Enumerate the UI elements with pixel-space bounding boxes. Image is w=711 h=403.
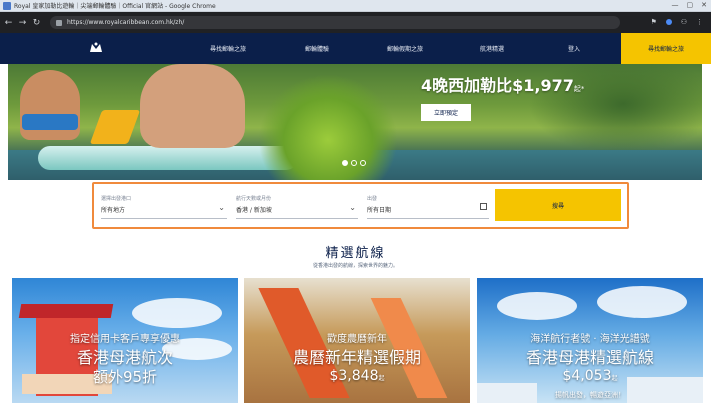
card-price: $3,848起 bbox=[329, 368, 385, 384]
hero-headline: 4晚西加勒比$1,977起* bbox=[421, 76, 585, 95]
hero-paddle bbox=[89, 110, 141, 144]
destination-select[interactable]: 選擇出發港口 所有地方 ⌄ bbox=[101, 193, 227, 219]
window-title-bar: Royal 皇家加勒比遊輪｜尖端郵輪體驗｜Official 官網站 - Goog… bbox=[0, 0, 711, 12]
close-button[interactable]: ✕ bbox=[701, 1, 707, 9]
hero-shorts bbox=[22, 114, 78, 130]
carousel-indicators bbox=[342, 160, 366, 166]
carousel-dot[interactable] bbox=[342, 160, 348, 166]
hero-foliage bbox=[258, 74, 398, 180]
date-select[interactable]: 出發 所有日期 bbox=[367, 193, 489, 219]
card-tag: 歡度農曆新年 bbox=[327, 334, 387, 345]
card-footer: 揚帆出發，暢遊亞洲！ bbox=[555, 391, 625, 399]
cruise-search-panel: 選擇出發港口 所有地方 ⌄ 航行天數或月份 香港 / 新加坡 ⌄ 出發 所有日期… bbox=[92, 182, 629, 229]
departure-port-label: 航行天數或月份 bbox=[236, 196, 272, 202]
card-title: 農曆新年精選假期 bbox=[292, 348, 421, 367]
extensions-area: ⚑ ⚇ ⋮ bbox=[650, 18, 703, 26]
card-title: 香港母港精選航線 bbox=[525, 348, 654, 367]
nav-item-holidays[interactable]: 郵輪假期之旅 bbox=[387, 44, 423, 53]
account-icon[interactable]: ⚇ bbox=[681, 18, 687, 26]
date-label: 出發 bbox=[367, 196, 378, 202]
section-subtitle: 從香港出發的航線，探索世界的魅力。 bbox=[312, 263, 398, 269]
card-tag: 指定信用卡客戶專享優惠 bbox=[70, 334, 180, 345]
address-bar[interactable]: https://www.royalcaribbean.com.hk/zh/ bbox=[50, 16, 620, 29]
calendar-icon bbox=[480, 203, 487, 210]
nav-item-login[interactable]: 登入 bbox=[568, 44, 580, 53]
minimize-button[interactable]: — bbox=[672, 1, 679, 9]
crown-anchor-logo-icon[interactable] bbox=[88, 41, 104, 55]
browser-icon bbox=[3, 2, 11, 10]
browser-toolbar: ← → ↻ https://www.royalcaribbean.com.hk/… bbox=[0, 12, 711, 33]
departure-port-value: 香港 / 新加坡 bbox=[236, 207, 272, 214]
cruise-card-hk-homeport[interactable]: 指定信用卡客戶專享優惠 香港母港航次 額外95折 bbox=[12, 278, 238, 403]
book-cruise-button[interactable]: 尋找郵輪之旅 bbox=[621, 33, 711, 64]
profile-icon[interactable] bbox=[665, 19, 672, 25]
menu-icon[interactable]: ⋮ bbox=[696, 18, 703, 26]
card-title: 香港母港航次 bbox=[76, 348, 173, 367]
nav-item-ports[interactable]: 航港精選 bbox=[480, 44, 504, 53]
carousel-dot[interactable] bbox=[360, 160, 366, 166]
destination-value: 所有地方 bbox=[101, 207, 126, 214]
back-icon[interactable]: ← bbox=[3, 18, 14, 28]
date-value: 所有日期 bbox=[367, 207, 392, 214]
nav-item-experience[interactable]: 郵輪體驗 bbox=[305, 44, 329, 53]
carousel-dot[interactable] bbox=[351, 160, 357, 166]
search-button[interactable]: 搜尋 bbox=[495, 189, 621, 221]
card-tag: 海洋航行者號 · 海洋光譜號 bbox=[530, 334, 650, 345]
extension-icon[interactable]: ⚑ bbox=[650, 18, 656, 26]
maximize-button[interactable]: ▢ bbox=[687, 1, 694, 9]
hero-headline-suffix: 起* bbox=[573, 85, 585, 93]
lock-icon bbox=[56, 19, 62, 26]
cloud-shape bbox=[132, 298, 222, 328]
window-controls: — ▢ ✕ bbox=[672, 1, 708, 9]
chevron-down-icon: ⌄ bbox=[218, 203, 225, 212]
card-price-suffix: 起 bbox=[611, 375, 618, 382]
cloud-shape bbox=[497, 292, 577, 320]
card-offer: 額外95折 bbox=[92, 368, 158, 386]
cruise-card-hk-featured[interactable]: 海洋航行者號 · 海洋光譜號 香港母港精選航線 $4,053起 揚帆出發，暢遊亞… bbox=[477, 278, 703, 403]
cloud-shape bbox=[597, 286, 687, 318]
window-title: Royal 皇家加勒比遊輪｜尖端郵輪體驗｜Official 官網站 - Goog… bbox=[14, 3, 216, 10]
reload-icon[interactable]: ↻ bbox=[31, 18, 42, 28]
url-text: https://www.royalcaribbean.com.hk/zh/ bbox=[67, 19, 185, 26]
hero-cta-button[interactable]: 立即預定 bbox=[421, 104, 471, 121]
forward-icon[interactable]: → bbox=[17, 18, 28, 28]
cruise-card-lunar-new-year[interactable]: 歡度農曆新年 農曆新年精選假期 $3,848起 bbox=[244, 278, 470, 403]
destination-label: 選擇出發港口 bbox=[101, 196, 132, 202]
chevron-down-icon: ⌄ bbox=[349, 203, 356, 212]
section-title: 精選航線 bbox=[325, 246, 386, 261]
departure-port-select[interactable]: 航行天數或月份 香港 / 新加坡 ⌄ bbox=[236, 193, 358, 219]
hero-person bbox=[140, 64, 245, 148]
card-price: $4,053起 bbox=[562, 368, 618, 384]
pagoda-roof bbox=[18, 304, 114, 318]
nav-item-find-cruise[interactable]: 尋找郵輪之旅 bbox=[210, 44, 246, 53]
site-navigation: 尋找郵輪之旅 郵輪體驗 郵輪假期之旅 航港精選 登入 尋找郵輪之旅 bbox=[0, 33, 711, 64]
card-price-suffix: 起 bbox=[378, 375, 385, 382]
